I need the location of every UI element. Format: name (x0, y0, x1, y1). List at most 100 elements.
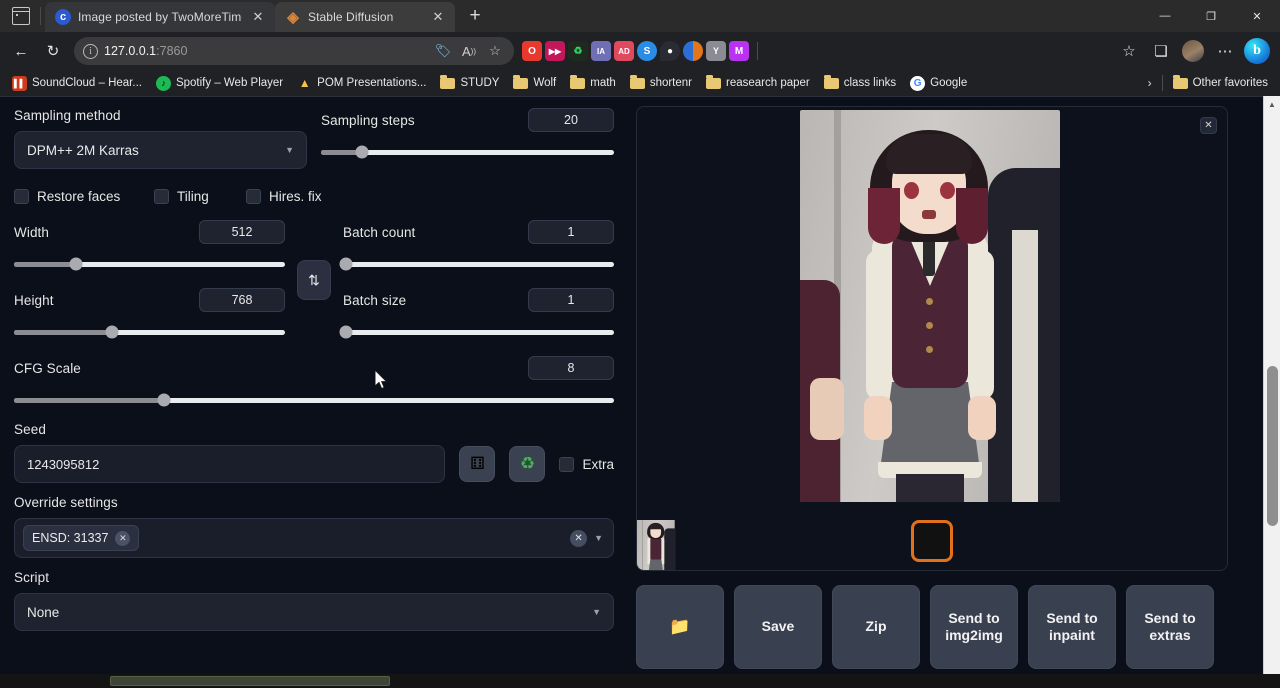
remove-token-icon[interactable]: ✕ (115, 531, 130, 546)
avatar[interactable] (1178, 36, 1208, 66)
bookmark-soundcloud[interactable]: ▌▌ SoundCloud – Hear... (6, 73, 148, 94)
override-settings-input[interactable]: ENSD: 31337 ✕ ✕ ▼ (14, 518, 614, 558)
internet-archive-icon[interactable]: IA (591, 41, 611, 61)
checkbox-box[interactable] (154, 189, 169, 204)
override-token-ensd[interactable]: ENSD: 31337 ✕ (23, 525, 139, 551)
site-info-icon[interactable]: i (83, 44, 98, 59)
cfg-scale-input[interactable]: 8 (528, 356, 614, 380)
bookmark-math[interactable]: math (564, 73, 622, 94)
chevron-right-icon[interactable]: › (1142, 76, 1158, 90)
read-aloud-icon[interactable]: A)) (458, 40, 480, 62)
save-button[interactable]: Save (734, 585, 822, 669)
restore-faces-checkbox[interactable]: Restore faces (14, 189, 154, 204)
checkbox-box[interactable] (246, 189, 261, 204)
new-tab-button[interactable]: + (461, 2, 489, 30)
page-vertical-scrollbar[interactable]: ▲ ▼ (1263, 96, 1280, 688)
bookmark-google[interactable]: G Google (904, 73, 973, 94)
scroll-up-arrow[interactable]: ▲ (1264, 96, 1280, 113)
refresh-icon[interactable]: ↻ (38, 36, 68, 66)
sampling-method-select[interactable]: DPM++ 2M Karras ▼ (14, 131, 307, 169)
batch-size-slider[interactable] (343, 324, 614, 340)
hires-fix-checkbox[interactable]: Hires. fix (246, 189, 322, 204)
width-input[interactable]: 512 (199, 220, 285, 244)
back-button[interactable]: ← (6, 36, 36, 66)
firefox-colorpick-icon[interactable] (683, 41, 703, 61)
bing-copilot-icon[interactable]: b (1242, 36, 1272, 66)
slider-track (343, 262, 614, 267)
minimize-button[interactable]: — (1142, 0, 1188, 32)
favorites-icon[interactable]: ☆ (1114, 36, 1144, 66)
browser-tab-2[interactable]: ◈ Stable Diffusion ✕ (275, 2, 455, 32)
address-bar[interactable]: i 127.0.0.1:7860 🏷 A)) ☆ (74, 37, 514, 65)
bookmark-label: SoundCloud – Hear... (32, 77, 142, 89)
height-input[interactable]: 768 (199, 288, 285, 312)
bookmark-pom-presentations[interactable]: ▲ POM Presentations... (291, 73, 432, 94)
add-favorite-icon[interactable]: ☆ (484, 40, 506, 62)
output-column: ✕ (628, 100, 1228, 669)
tiling-checkbox[interactable]: Tiling (154, 189, 246, 204)
horizontal-scroll-thumb[interactable] (110, 676, 390, 686)
width-slider[interactable] (14, 256, 285, 272)
bookmark-study[interactable]: STUDY (434, 73, 505, 94)
vertical-scroll-thumb[interactable] (1267, 366, 1278, 526)
slider-knob[interactable] (356, 146, 369, 159)
send-to-img2img-button[interactable]: Send to img2img (930, 585, 1018, 669)
slider-knob[interactable] (158, 394, 171, 407)
seed-input[interactable]: 1243095812 (14, 445, 445, 483)
trash-icon[interactable]: ♻ (568, 41, 588, 61)
recycle-icon[interactable]: ♻ (509, 446, 545, 482)
bookmark-spotify[interactable]: ♪ Spotify – Web Player (150, 73, 289, 94)
bookmark-wolf[interactable]: Wolf (507, 73, 562, 94)
maximize-button[interactable]: ❐ (1188, 0, 1234, 32)
slider-knob[interactable] (70, 258, 83, 271)
batch-count-label: Batch count (343, 225, 415, 240)
other-favorites-button[interactable]: Other favorites (1167, 73, 1274, 94)
tab-actions-button[interactable] (4, 0, 38, 32)
dice-icon[interactable]: ⚅ (459, 446, 495, 482)
extra-checkbox[interactable]: Extra (559, 457, 614, 472)
generated-image[interactable] (800, 110, 1060, 502)
batch-size-input[interactable]: 1 (528, 288, 614, 312)
video-download-icon[interactable]: ▶▶ (545, 41, 565, 61)
close-gallery-button[interactable]: ✕ (1200, 117, 1217, 134)
checkbox-box[interactable] (14, 189, 29, 204)
slider-knob[interactable] (105, 326, 118, 339)
page-horizontal-scrollbar[interactable] (0, 674, 1280, 688)
send-to-extras-button[interactable]: Send to extras (1126, 585, 1214, 669)
script-select[interactable]: None ▼ (14, 593, 614, 631)
close-tab-2-button[interactable]: ✕ (429, 8, 447, 26)
monkey-icon[interactable]: M (729, 41, 749, 61)
close-tab-1-button[interactable]: ✕ (249, 8, 267, 26)
bookmark-class-links[interactable]: class links (818, 73, 902, 94)
adblock-icon[interactable]: AD (614, 41, 634, 61)
yandex-icon[interactable]: Y (706, 41, 726, 61)
height-slider[interactable] (14, 324, 285, 340)
collections-icon[interactable]: ❏ (1146, 36, 1176, 66)
close-window-button[interactable]: ✕ (1234, 0, 1280, 32)
cfg-scale-slider[interactable] (14, 392, 614, 408)
opera-icon[interactable]: O (522, 41, 542, 61)
batch-count-input[interactable]: 1 (528, 220, 614, 244)
zip-button[interactable]: Zip (832, 585, 920, 669)
sampling-steps-slider[interactable] (321, 144, 614, 160)
sampling-steps-input[interactable]: 20 (528, 108, 614, 132)
bookmark-reasearch-paper[interactable]: reasearch paper (700, 73, 816, 94)
send-to-inpaint-button[interactable]: Send to inpaint (1028, 585, 1116, 669)
settings-and-more-button[interactable]: ⋯ (1210, 36, 1240, 66)
checkbox-box[interactable] (559, 457, 574, 472)
gallery-thumbnail-1[interactable] (911, 520, 953, 562)
price-tag-icon[interactable]: 🏷 (432, 40, 454, 62)
browser-tab-1[interactable]: c Image posted by TwoMoreTimes ✕ (45, 2, 275, 32)
shazam-icon[interactable]: S (637, 41, 657, 61)
tab-strip: c Image posted by TwoMoreTimes ✕ ◈ Stabl… (0, 0, 1280, 32)
batch-count-slider[interactable] (343, 256, 614, 272)
slider-knob[interactable] (339, 258, 352, 271)
open-folder-button[interactable]: 📁 (636, 585, 724, 669)
swap-dimensions-button[interactable]: ⇅ (297, 260, 331, 300)
chevron-down-icon[interactable]: ▼ (594, 533, 603, 543)
location-icon[interactable]: ● (660, 41, 680, 61)
bookmark-shortenr[interactable]: shortenr (624, 73, 698, 94)
slider-knob[interactable] (339, 326, 352, 339)
output-gallery[interactable]: ✕ (636, 106, 1228, 571)
clear-all-icon[interactable]: ✕ (570, 530, 587, 547)
